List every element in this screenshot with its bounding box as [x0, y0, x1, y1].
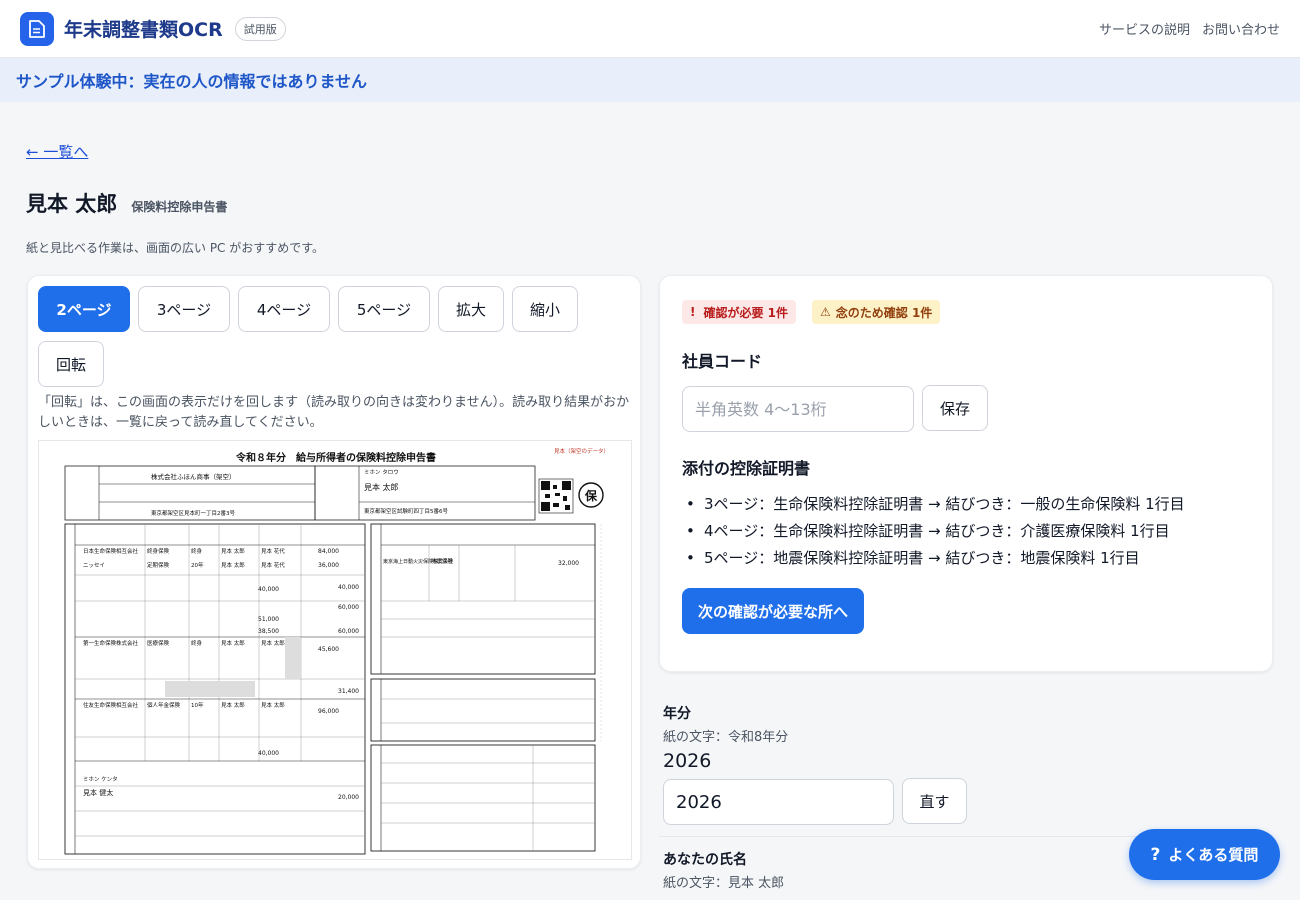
list-item: 4ページ：生命保険料控除証明書 → 結びつき：介護医療保険料 1行目: [682, 518, 1262, 545]
form-spouse-name: 見本 健太: [83, 788, 113, 797]
attachments-list: 3ページ：生命保険料控除証明書 → 結びつき：一般の生命保険料 1行目 4ページ…: [682, 491, 1262, 572]
form-value-7: 31,400: [338, 688, 359, 695]
page-2-button[interactable]: 2ページ: [38, 286, 130, 332]
form-value-6: 60,000: [338, 628, 359, 635]
year-input[interactable]: [663, 779, 894, 825]
nav-service-link[interactable]: サービスの説明: [1099, 19, 1190, 38]
need-check-text: 確認が必要 1件: [703, 305, 789, 320]
double-check-badge: ⚠ 念のため確認 1件: [812, 300, 941, 324]
form-row4-kind: 個人年金保険: [147, 701, 181, 709]
form-row1-company: 日本生命保険相互会社: [83, 547, 139, 555]
form-corner-note: 見本（架空のデータ）: [554, 447, 609, 455]
form-row1-kind: 終身保険: [147, 547, 170, 555]
form-value-3: 51,000: [258, 616, 279, 623]
sample-banner: サンプル体験中：実在の人の情報ではありません: [0, 58, 1300, 102]
form-row3-company: 第一生命保険株式会社: [83, 639, 139, 647]
form-row3-kind: 医療保険: [147, 639, 170, 647]
form-value-1: 40,000: [338, 584, 359, 591]
document-viewer: 2ページ 3ページ 4ページ 5ページ 拡大 縮小 回転 「回転」は、この画面の…: [27, 275, 641, 869]
page-4-button[interactable]: 4ページ: [238, 286, 330, 332]
form-row4-recipient: 見本 太郎: [261, 701, 285, 709]
form-quake-kind: 地震保険: [431, 557, 454, 565]
form-stamp: 保: [584, 488, 598, 503]
form-row2-recipient: 見本 花代: [261, 561, 285, 569]
scanned-form-image[interactable]: 見本（架空のデータ） 令和８年分 給与所得者の保険料控除申告書 株式会社ふほん商…: [38, 440, 632, 860]
form-row2-term: 20年: [191, 561, 204, 569]
form-value-9: 20,000: [338, 794, 359, 801]
document-type: 保険料控除申告書: [131, 200, 228, 214]
need-check-badge: ! 確認が必要 1件: [682, 300, 797, 324]
form-name: 見本 太郎: [364, 482, 399, 492]
year-ocr-value: 2026: [663, 750, 712, 772]
form-row1-recipient: 見本 花代: [261, 547, 285, 555]
form-row2-amount: 36,000: [318, 562, 339, 569]
form-row1-amount: 84,000: [318, 548, 339, 555]
attachments-label: 添付の控除証明書: [682, 459, 811, 478]
faq-label: よくある質問: [1168, 846, 1259, 864]
document-icon: [20, 11, 54, 46]
employee-code-label: 社員コード: [682, 352, 763, 371]
form-row2-holder: 見本 太郎: [221, 561, 245, 569]
list-item: 5ページ：地震保険料控除証明書 → 結びつき：地震保険料 1行目: [682, 545, 1262, 572]
form-row3-recipient: 見本 太郎: [261, 639, 285, 647]
form-row4-term: 10年: [191, 701, 204, 709]
employee-code-save-button[interactable]: 保存: [922, 385, 988, 431]
app-title: 年末調整書類OCR: [64, 19, 223, 41]
person-name: 見本 太郎: [26, 192, 118, 216]
app-header: 年末調整書類OCR 試用版 サービスの説明 お問い合わせ: [0, 0, 1300, 58]
form-row4-holder: 見本 太郎: [221, 701, 245, 709]
zoom-in-button[interactable]: 拡大: [438, 286, 504, 332]
back-to-list-link[interactable]: ← 一覧へ: [26, 141, 88, 162]
form-row1-holder: 見本 太郎: [221, 547, 245, 555]
form-address: 東京都架空区試験町四丁目5番6号: [364, 507, 448, 515]
list-item: 3ページ：生命保険料控除証明書 → 結びつき：一般の生命保険料 1行目: [682, 491, 1262, 518]
page-3-button[interactable]: 3ページ: [138, 286, 230, 332]
form-quake-amount: 32,000: [558, 560, 579, 567]
year-fix-button[interactable]: 直す: [902, 778, 967, 824]
year-field-label: 年分: [663, 706, 691, 722]
next-check-button[interactable]: 次の確認が必要な所へ: [682, 588, 865, 634]
rotate-button[interactable]: 回転: [38, 341, 104, 387]
form-spouse-kana: ミホン ケンタ: [83, 775, 118, 783]
check-panel: ! 確認が必要 1件 ⚠ 念のため確認 1件 社員コード 保存 添付の控除証明書…: [659, 275, 1273, 672]
form-employer: 株式会社ふほん商事（架空）: [151, 472, 236, 481]
rotate-note: 「回転」は、この画面の表示だけを回します（読み取りの向きは変わりません）。読み取…: [38, 395, 630, 431]
nav-contact-link[interactable]: お問い合わせ: [1202, 19, 1280, 38]
form-value-4: 38,500: [258, 628, 279, 635]
pc-hint: 紙と見比べる作業は、画面の広い PC がおすすめです。: [26, 241, 325, 255]
double-check-text: 念のため確認 1件: [835, 305, 933, 320]
faq-button[interactable]: ? よくある質問: [1129, 829, 1280, 880]
form-row4-company: 住友生命保険相互会社: [83, 701, 139, 709]
employee-code-input[interactable]: [682, 386, 914, 432]
form-row2-kind: 定期保険: [147, 561, 170, 569]
form-row3-holder: 見本 太郎: [221, 639, 245, 647]
form-kana: ミホン タロウ: [364, 468, 399, 476]
header-nav: サービスの説明 お問い合わせ: [1099, 19, 1280, 38]
trial-badge: 試用版: [234, 16, 286, 41]
warning-icon: ⚠: [820, 305, 831, 319]
form-row2-company: ニッセイ: [83, 562, 105, 569]
page-5-button[interactable]: 5ページ: [338, 286, 430, 332]
form-row4-amount: 96,000: [318, 708, 339, 715]
page-title: 見本 太郎 保険料控除申告書: [26, 188, 227, 218]
qr-code-icon: [538, 478, 574, 514]
exclamation-icon: !: [690, 305, 696, 319]
form-title: 令和８年分 給与所得者の保険料控除申告書: [235, 451, 436, 464]
name-paper-text: 紙の文字：見本 太郎: [663, 876, 785, 891]
year-paper-text: 紙の文字：令和8年分: [663, 730, 789, 745]
zoom-out-button[interactable]: 縮小: [512, 286, 578, 332]
form-value-8: 40,000: [258, 750, 279, 757]
form-row1-term: 終身: [191, 547, 203, 555]
form-employer-address: 東京都架空区見本町一丁目2番3号: [151, 509, 235, 517]
question-icon: ?: [1150, 844, 1161, 865]
form-value-5: 40,000: [258, 586, 279, 593]
name-field-label: あなたの氏名: [663, 852, 747, 868]
form-value-2: 60,000: [338, 604, 359, 611]
form-row3-amount: 45,600: [318, 646, 339, 653]
form-row3-term: 終身: [191, 639, 203, 647]
